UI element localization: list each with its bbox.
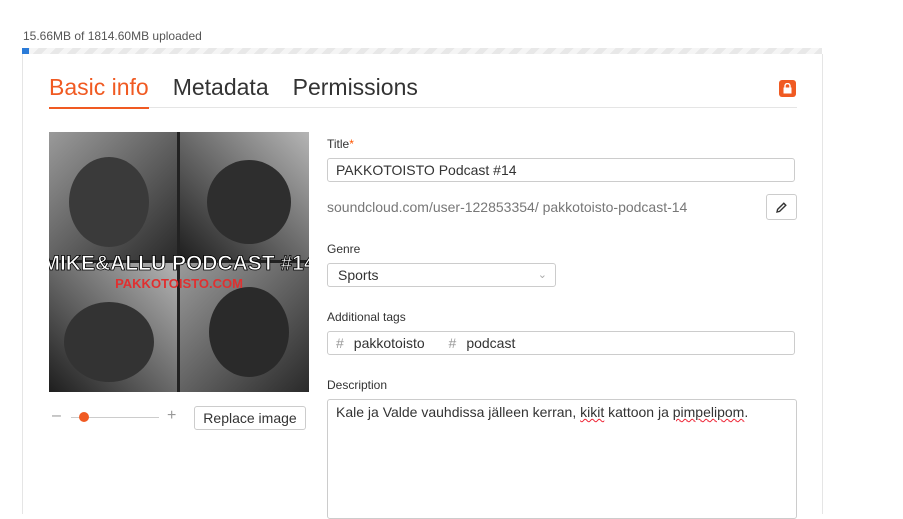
tab-basic-info[interactable]: Basic info bbox=[49, 70, 149, 109]
genre-label: Genre bbox=[327, 242, 361, 256]
tag-item[interactable]: # pakkotoisto bbox=[336, 335, 435, 351]
genre-select[interactable]: Sports ⌄ bbox=[327, 263, 556, 287]
title-label: Title* bbox=[327, 137, 354, 151]
tags-label: Additional tags bbox=[327, 310, 406, 324]
tab-metadata[interactable]: Metadata bbox=[173, 70, 269, 107]
artwork-title-text: MIKE&ALLU PODCAST #14 bbox=[49, 252, 309, 275]
chevron-down-icon: ⌄ bbox=[537, 269, 547, 281]
artwork-zoom-slider[interactable]: – + bbox=[49, 406, 185, 428]
zoom-in-icon[interactable]: + bbox=[167, 407, 176, 425]
lock-icon[interactable] bbox=[779, 80, 796, 97]
permalink-text: soundcloud.com/user-122853354/ pakkotois… bbox=[327, 199, 688, 215]
edit-permalink-button[interactable] bbox=[766, 194, 797, 220]
title-label-text: Title bbox=[327, 137, 350, 151]
tab-permissions[interactable]: Permissions bbox=[293, 70, 418, 107]
zoom-handle[interactable] bbox=[78, 412, 89, 422]
zoom-out-icon[interactable]: – bbox=[52, 407, 61, 425]
replace-image-button[interactable]: Replace image bbox=[194, 406, 306, 430]
description-label: Description bbox=[327, 378, 388, 392]
tags-input[interactable]: # pakkotoisto # podcast bbox=[327, 331, 795, 355]
artwork-site-text: PAKKOTOISTO.COM bbox=[115, 276, 243, 291]
tab-bar: Basic info Metadata Permissions bbox=[49, 70, 797, 109]
tag-item[interactable]: # podcast bbox=[449, 335, 526, 351]
required-mark: * bbox=[349, 137, 354, 151]
upload-status-text: 15.66MB of 1814.60MB uploaded bbox=[23, 29, 202, 43]
genre-value: Sports bbox=[338, 267, 379, 283]
track-edit-card: Basic info Metadata Permissions MIKE&ALL… bbox=[22, 54, 823, 519]
description-textarea[interactable]: Kale ja Valde vauhdissa jälleen kerran, … bbox=[327, 399, 797, 519]
title-input[interactable]: PAKKOTOISTO Podcast #14 bbox=[327, 158, 795, 182]
track-artwork: MIKE&ALLU PODCAST #14 PAKKOTOISTO.COM bbox=[49, 132, 309, 392]
pencil-icon bbox=[776, 201, 787, 213]
